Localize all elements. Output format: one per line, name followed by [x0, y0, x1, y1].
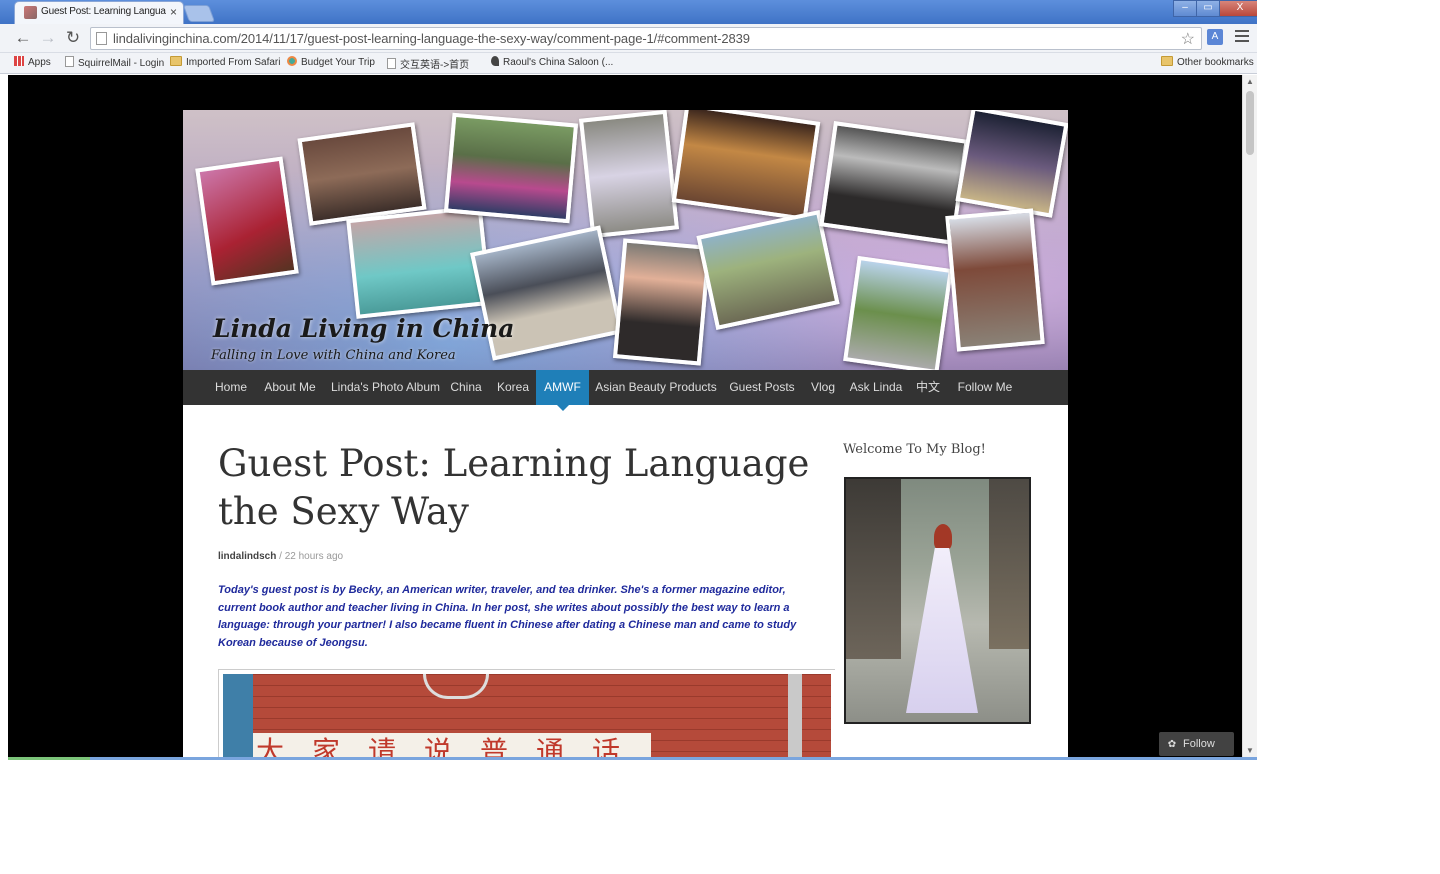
apps-icon	[14, 56, 24, 66]
banner-photo	[671, 110, 821, 221]
wordpress-follow-icon: ✿	[1167, 739, 1177, 750]
bookmark-budget-your-trip[interactable]: Budget Your Trip	[287, 56, 375, 68]
post-image-content: 大家请说普通话	[223, 674, 831, 757]
nav-item-ask-linda[interactable]: Ask Linda	[848, 370, 904, 405]
bookmark-interactive-english[interactable]: 交互英语->首页	[387, 56, 469, 71]
follow-button[interactable]: ✿ Follow	[1159, 732, 1234, 756]
bookmark-squirrelmail[interactable]: SquirrelMail - Login	[65, 56, 164, 69]
bookmark-apps[interactable]: Apps	[14, 56, 51, 68]
main-navigation: Home About Me Linda's Photo Album China …	[183, 370, 1068, 411]
image-rope	[423, 674, 489, 699]
image-pole	[788, 674, 802, 757]
nav-item-amwf[interactable]: AMWF	[536, 370, 589, 411]
back-arrow-icon[interactable]: ←	[13, 28, 33, 48]
banner-photo	[612, 238, 712, 366]
maximize-button[interactable]: ▭	[1196, 0, 1220, 17]
page-icon	[65, 56, 74, 67]
photo-woman-in-hanfu	[896, 524, 986, 714]
photo-building	[989, 479, 1029, 649]
window-bottom-edge	[8, 757, 1257, 760]
nav-item-china[interactable]: China	[448, 370, 484, 405]
browser-window: Guest Post: Learning Langua × – ▭ X ← → …	[0, 0, 1257, 760]
post-meta: lindalindsch / 22 hours ago	[218, 551, 343, 562]
nav-item-photo-album[interactable]: Linda's Photo Album	[328, 370, 443, 405]
page-viewport: Linda Living in China Falling in Love wi…	[8, 75, 1242, 757]
nav-item-follow-me[interactable]: Follow Me	[954, 370, 1016, 405]
sidebar-widget-title: Welcome To My Blog!	[843, 442, 986, 457]
banner-photo	[945, 208, 1045, 352]
page-icon	[96, 32, 107, 45]
photo-dress	[906, 548, 978, 713]
pin-icon	[491, 56, 499, 66]
url-text[interactable]: lindalivinginchina.com/2014/11/17/guest-…	[113, 31, 750, 46]
post-author[interactable]: lindalindsch	[218, 551, 276, 562]
tab-title: Guest Post: Learning Langua	[41, 6, 166, 17]
bookmarks-bar: Apps SquirrelMail - Login Imported From …	[0, 53, 1257, 74]
post-intro: Today's guest post is by Becky, an Ameri…	[218, 584, 797, 649]
browser-toolbar: ← → ↻ lindalivinginchina.com/2014/11/17/…	[0, 24, 1257, 53]
forward-arrow-icon[interactable]: →	[38, 28, 58, 48]
title-bar: Guest Post: Learning Langua × – ▭ X	[0, 0, 1257, 24]
post-title[interactable]: Guest Post: Learning Language the Sexy W…	[218, 440, 818, 536]
blog-page: Linda Living in China Falling in Love wi…	[183, 110, 1068, 757]
banner-photo	[578, 110, 680, 239]
tab-close-icon[interactable]: ×	[170, 5, 177, 19]
nav-item-about-me[interactable]: About Me	[260, 370, 320, 405]
minimize-button[interactable]: –	[1173, 0, 1197, 17]
banner-photo	[297, 122, 427, 226]
bookmark-other-bookmarks[interactable]: Other bookmarks	[1161, 56, 1254, 68]
blog-header-banner[interactable]: Linda Living in China Falling in Love wi…	[183, 110, 1068, 370]
blog-title[interactable]: Linda Living in China	[213, 314, 514, 343]
photo-building	[846, 479, 901, 659]
page-icon	[387, 58, 396, 69]
nav-item-asian-beauty-products[interactable]: Asian Beauty Products	[595, 370, 717, 405]
nav-item-korea[interactable]: Korea	[493, 370, 533, 405]
post-image[interactable]: 大家请说普通话	[218, 669, 835, 757]
browser-tab[interactable]: Guest Post: Learning Langua ×	[14, 1, 184, 24]
hamburger-menu-icon[interactable]	[1235, 30, 1249, 44]
new-tab-button[interactable]	[182, 5, 216, 22]
scrollbar-thumb[interactable]	[1246, 91, 1254, 155]
translate-icon[interactable]: A	[1207, 29, 1223, 45]
nav-item-vlog[interactable]: Vlog	[807, 370, 839, 405]
blog-tagline: Falling in Love with China and Korea	[211, 348, 456, 363]
banner-photo	[346, 205, 492, 319]
meta-separator: /	[276, 551, 285, 562]
reload-icon[interactable]: ↻	[63, 28, 83, 48]
banner-photo	[443, 112, 579, 224]
close-window-button[interactable]: X	[1219, 0, 1257, 17]
page-scrollbar[interactable]: ▲ ▼	[1242, 75, 1257, 757]
tab-favicon-icon	[24, 6, 37, 19]
bookmark-raouls-china-saloon[interactable]: Raoul's China Saloon (...	[491, 56, 613, 68]
post-time[interactable]: 22 hours ago	[285, 551, 343, 562]
nav-item-home[interactable]: Home	[210, 370, 252, 405]
folder-icon	[170, 56, 182, 66]
image-poster	[223, 674, 253, 757]
nav-item-chinese[interactable]: 中文	[914, 370, 942, 405]
banner-photo	[696, 209, 840, 331]
image-sign-text: 大家请说普通话	[253, 730, 652, 757]
photo-hair	[934, 524, 952, 550]
scroll-up-icon[interactable]: ▲	[1246, 77, 1254, 86]
scroll-down-icon[interactable]: ▼	[1246, 746, 1254, 755]
banner-photo	[195, 156, 299, 286]
banner-photo	[955, 110, 1068, 218]
address-bar[interactable]: lindalivinginchina.com/2014/11/17/guest-…	[90, 27, 1202, 50]
taskbar-edge	[8, 757, 90, 760]
star-icon[interactable]: ☆	[1181, 29, 1195, 49]
bookmark-imported-from-safari[interactable]: Imported From Safari	[170, 56, 280, 68]
folder-icon	[1161, 56, 1173, 66]
nav-item-guest-posts[interactable]: Guest Posts	[727, 370, 797, 405]
banner-photo	[843, 255, 953, 370]
globe-icon	[287, 56, 297, 66]
sidebar-photo[interactable]	[844, 477, 1031, 724]
